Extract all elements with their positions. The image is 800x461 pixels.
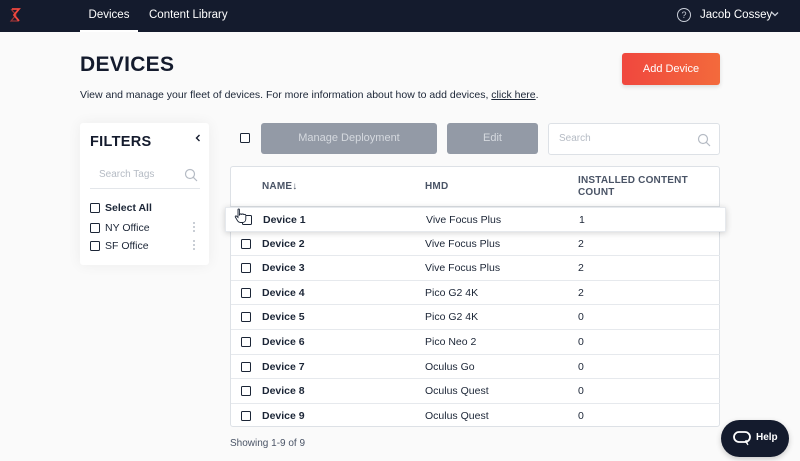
- column-header-installed-content-count[interactable]: INSTALLED CONTENT COUNT: [578, 167, 698, 206]
- device-hmd: Oculus Quest: [425, 385, 489, 398]
- filters-title: FILTERS: [90, 134, 152, 150]
- device-name[interactable]: Device 8: [262, 379, 305, 403]
- device-name[interactable]: Device 6: [262, 330, 305, 354]
- table-row[interactable]: Device 6 Pico Neo 2 0: [231, 330, 720, 355]
- column-header-name[interactable]: NAME↓: [262, 167, 297, 206]
- row-checkbox[interactable]: [241, 337, 251, 347]
- devices-table: NAME↓ HMD INSTALLED CONTENT COUNT Device…: [225, 166, 726, 429]
- device-name[interactable]: Device 5: [262, 305, 305, 329]
- device-hmd: Pico G2 4K: [425, 286, 479, 299]
- device-hmd: Oculus Quest: [425, 409, 489, 422]
- device-search-input[interactable]: Search: [548, 123, 720, 155]
- row-checkbox[interactable]: [241, 238, 251, 249]
- installed-content-count: 1: [579, 214, 585, 226]
- device-name[interactable]: Device 7: [262, 355, 305, 379]
- kebab-menu-icon[interactable]: [192, 222, 195, 234]
- add-device-button[interactable]: Add Device: [622, 53, 720, 85]
- search-placeholder: Search: [559, 133, 591, 144]
- installed-content-count: 0: [578, 409, 584, 422]
- row-checkbox[interactable]: [241, 263, 251, 274]
- device-hmd: Pico G2 4K: [425, 311, 479, 324]
- installed-content-count: 0: [578, 311, 584, 324]
- row-checkbox[interactable]: [241, 361, 251, 372]
- device-name[interactable]: Device 1: [263, 208, 306, 232]
- tag-checkbox[interactable]: [90, 223, 100, 233]
- logo-icon[interactable]: [8, 7, 22, 23]
- kebab-menu-icon[interactable]: [192, 240, 195, 252]
- installed-content-count: 0: [578, 385, 584, 398]
- manage-deployment-button[interactable]: Manage Deployment: [261, 123, 437, 154]
- table-row[interactable]: Device 7 Oculus Go 0: [231, 355, 720, 380]
- top-nav: Devices Content Library ? Jacob Cossey: [0, 0, 800, 32]
- row-checkbox[interactable]: [241, 312, 251, 323]
- installed-content-count: 2: [578, 262, 584, 275]
- tab-content-library[interactable]: Content Library: [149, 0, 228, 32]
- table-row[interactable]: Device 2 Vive Focus Plus 2: [231, 232, 720, 257]
- hand-pointer-icon: [234, 208, 247, 223]
- help-label: Help: [756, 432, 778, 443]
- table-row[interactable]: Device 5 Pico G2 4K 0: [231, 305, 720, 330]
- device-hmd: Vive Focus Plus: [425, 237, 501, 250]
- tag-checkbox[interactable]: [90, 241, 100, 251]
- device-name[interactable]: Device 3: [262, 256, 305, 280]
- tag-search-placeholder: Search Tags: [99, 169, 155, 180]
- chat-bubble-icon: [733, 431, 751, 446]
- table-row[interactable]: Device 9 Oculus Quest 0: [231, 404, 720, 429]
- help-button[interactable]: Help: [721, 420, 789, 457]
- tag-label: NY Office: [105, 222, 150, 234]
- pagination-summary: Showing 1-9 of 9: [230, 438, 306, 449]
- installed-content-count: 2: [578, 286, 584, 299]
- table-row[interactable]: Device 4 Pico G2 4K 2: [231, 281, 720, 306]
- device-name[interactable]: Device 9: [262, 404, 305, 428]
- device-hmd: Oculus Go: [425, 360, 475, 373]
- page-description: View and manage your fleet of devices. F…: [80, 89, 539, 101]
- click-here-link[interactable]: click here: [491, 89, 535, 101]
- filters-panel: FILTERS Search Tags Select All NY Office…: [80, 123, 209, 265]
- select-all-devices-checkbox[interactable]: [240, 133, 250, 143]
- device-name[interactable]: Device 2: [262, 232, 305, 256]
- row-checkbox[interactable]: [241, 287, 251, 298]
- row-checkbox[interactable]: [241, 410, 251, 421]
- tag-row-ny-office[interactable]: NY Office: [90, 221, 150, 235]
- device-hmd: Vive Focus Plus: [425, 262, 501, 275]
- table-row[interactable]: Device 3 Vive Focus Plus 2: [231, 256, 720, 281]
- select-all-checkbox[interactable]: [90, 203, 100, 213]
- device-hmd: Pico Neo 2: [425, 336, 477, 348]
- select-all-label: Select All: [105, 202, 152, 214]
- description-text: View and manage your fleet of devices. F…: [80, 89, 489, 101]
- select-all-row[interactable]: Select All: [90, 201, 152, 215]
- device-name[interactable]: Device 4: [262, 281, 305, 305]
- installed-content-count: 0: [578, 360, 584, 373]
- search-icon: [697, 133, 711, 147]
- tab-devices[interactable]: Devices: [80, 0, 138, 32]
- installed-content-count: 2: [578, 237, 584, 250]
- search-icon: [184, 168, 198, 182]
- device-hmd: Vive Focus Plus: [426, 214, 502, 226]
- page-title: DEVICES: [80, 53, 175, 76]
- edit-button[interactable]: Edit: [447, 123, 538, 154]
- user-name[interactable]: Jacob Cossey: [700, 0, 772, 32]
- tag-label: SF Office: [105, 240, 149, 252]
- installed-content-count: 0: [578, 336, 584, 348]
- row-checkbox[interactable]: [241, 386, 251, 397]
- chevron-down-icon[interactable]: [770, 9, 780, 19]
- question-circle-icon[interactable]: ?: [677, 8, 691, 22]
- column-header-hmd[interactable]: HMD: [425, 167, 448, 206]
- table-row[interactable]: Device 1 Vive Focus Plus 1: [225, 207, 726, 232]
- tag-search-input[interactable]: Search Tags: [90, 163, 200, 189]
- chevron-left-icon[interactable]: [193, 133, 203, 143]
- description-end: .: [535, 89, 539, 101]
- table-row[interactable]: Device 8 Oculus Quest 0: [231, 379, 720, 404]
- tag-row-sf-office[interactable]: SF Office: [90, 239, 149, 253]
